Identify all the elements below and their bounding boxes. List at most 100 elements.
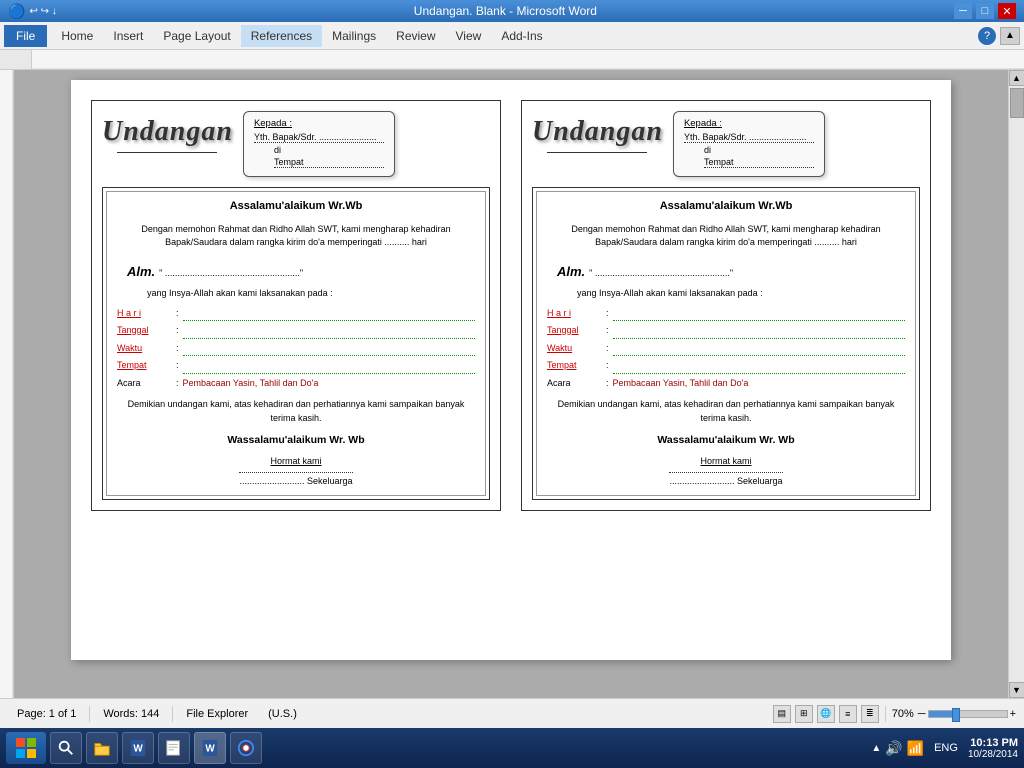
notepad-button[interactable] [158,732,190,764]
taskbar: W W ▲ 🔊 📶 ENG 10:13 PM 1 [0,728,1024,768]
alm-row-right: Alm. " .................................… [557,258,905,286]
content-area: Undangan Kepada : Yth. Bapak/Sdr. ......… [0,70,1024,698]
hormat-right: Hormat kami [547,455,905,469]
status-right: ▤ ⊞ 🌐 ≡ ≣ 70% ─ + [773,705,1016,723]
alm-quote-right: " ......................................… [589,267,730,281]
zoom-in-button[interactable]: + [1010,708,1016,720]
menu-pagelayout[interactable]: Page Layout [153,25,240,47]
title-bar: 🔵 ↩ ↪ ↓ Undangan. Blank - Microsoft Word… [0,0,1024,22]
card-header-right: Undangan Kepada : Yth. Bapak/Sdr. ......… [532,111,920,177]
document-page: Undangan Kepada : Yth. Bapak/Sdr. ......… [71,80,951,660]
card-body-right: Assalamu'alaikum Wr.Wb Dengan memohon Ra… [532,187,920,500]
minimize-ribbon-button[interactable]: ▲ [1000,27,1020,45]
close-button[interactable]: ✕ [998,3,1016,19]
closing-text-right: Demikian undangan kami, atas kehadiran d… [547,398,905,425]
tanggal-line-right: Tanggal : [547,324,905,339]
scroll-down-button[interactable]: ▼ [1009,682,1024,698]
window-title: Undangan. Blank - Microsoft Word [57,4,954,18]
clock-date: 10/28/2014 [968,749,1018,760]
zoom-handle[interactable] [952,708,960,722]
place-line-left: Tempat [274,157,384,168]
status-bar: Page: 1 of 1 Words: 144 File Explorer (U… [0,698,1024,728]
word-doc-button[interactable]: W [194,732,226,764]
vertical-scrollbar[interactable]: ▲ ▼ [1008,70,1024,698]
language-indicator[interactable]: ENG [930,740,962,756]
zoom-slider[interactable] [928,710,1008,718]
language-status: (U.S.) [259,705,306,723]
alm-label-left: Alm. [127,262,155,282]
print-layout-view[interactable]: ▤ [773,705,791,723]
zoom-level: 70% [892,708,914,720]
document-area[interactable]: Undangan Kepada : Yth. Bapak/Sdr. ......… [14,70,1008,698]
zoom-out-button[interactable]: ─ [918,708,926,720]
status-sep1 [89,706,90,722]
menu-mailings[interactable]: Mailings [322,25,386,47]
maximize-button[interactable]: □ [976,3,994,19]
network-icon: 🔊 [885,740,902,757]
file-menu[interactable]: File [4,25,47,47]
file-explorer-button[interactable] [86,732,118,764]
menu-insert[interactable]: Insert [103,25,153,47]
yang-insya-right: yang Insya-Allah akan kami laksanakan pa… [577,287,905,301]
alm-quote-close-right: " [730,267,733,281]
opening-text-right: Dengan memohon Rahmat dan Ridho Allah SW… [547,223,905,250]
scroll-thumb[interactable] [1010,88,1024,118]
logo-underline-left [117,152,217,153]
to-label-right: Kepada : [684,118,814,129]
tanggal-line-left: Tanggal : [117,324,475,339]
address-box-left: Kepada : Yth. Bapak/Sdr. ...............… [243,111,395,177]
file-explorer-status[interactable]: File Explorer [177,705,257,723]
page-status: Page: 1 of 1 [8,705,85,723]
word-button[interactable]: W [122,732,154,764]
menu-addins[interactable]: Add-Ins [491,25,552,47]
assalamu-right: Assalamu'alaikum Wr.Wb [547,198,905,215]
status-sep3 [885,706,886,722]
acara-line-right: Acara : Pembacaan Yasin, Tahlil dan Do'a [547,377,905,391]
search-button[interactable] [50,732,82,764]
chrome-button[interactable] [230,732,262,764]
card-body-left: Assalamu'alaikum Wr.Wb Dengan memohon Ra… [102,187,490,500]
minimize-button[interactable]: ─ [954,3,972,19]
closing-text-left: Demikian undangan kami, atas kehadiran d… [117,398,475,425]
ruler-horizontal [32,50,1024,70]
draft-view[interactable]: ≣ [861,705,879,723]
logo-left: Undangan [102,111,233,148]
alm-quote-left: " ......................................… [159,267,300,281]
outline-view[interactable]: ≡ [839,705,857,723]
menu-review[interactable]: Review [386,25,445,47]
di-line-left: di [274,145,384,155]
scroll-up-button[interactable]: ▲ [1009,70,1024,86]
waktu-line-left: Waktu : [117,342,475,357]
menu-home[interactable]: Home [51,25,103,47]
hari-line-right: H a r i : [547,307,905,322]
waktu-line-right: Waktu : [547,342,905,357]
menu-view[interactable]: View [446,25,492,47]
wassalamu-right: Wassalamu'alaikum Wr. Wb [547,433,905,449]
full-screen-view[interactable]: ⊞ [795,705,813,723]
help-button[interactable]: ? [978,27,996,45]
ruler-corner [0,50,32,70]
alm-quote-close-left: " [300,267,303,281]
status-sep2 [172,706,173,722]
assalamu-left: Assalamu'alaikum Wr.Wb [117,198,475,215]
alm-row-left: Alm. " .................................… [127,258,475,286]
web-layout-view[interactable]: 🌐 [817,705,835,723]
taskbar-right: ▲ 🔊 📶 ENG 10:13 PM 10/28/2014 [871,737,1018,760]
vertical-ruler [0,70,14,698]
clock[interactable]: 10:13 PM 10/28/2014 [968,737,1018,760]
menu-references[interactable]: References [241,25,322,47]
address-box-right: Kepada : Yth. Bapak/Sdr. ...............… [673,111,825,177]
tray-expand[interactable]: ▲ [871,743,881,754]
start-button[interactable] [6,732,46,764]
invitation-card-right: Undangan Kepada : Yth. Bapak/Sdr. ......… [521,100,931,511]
tempat-line-right: Tempat : [547,359,905,374]
volume-icon: 📶 [907,740,924,757]
wassalamu-left: Wassalamu'alaikum Wr. Wb [117,433,475,449]
clock-time: 10:13 PM [968,737,1018,749]
card-header-left: Undangan Kepada : Yth. Bapak/Sdr. ......… [102,111,490,177]
acara-line-left: Acara : Pembacaan Yasin, Tahlil dan Do'a [117,377,475,391]
tray-icons: ▲ 🔊 📶 [871,740,924,757]
invitation-card-left: Undangan Kepada : Yth. Bapak/Sdr. ......… [91,100,501,511]
tempat-line-left: Tempat : [117,359,475,374]
opening-text-left: Dengan memohon Rahmat dan Ridho Allah SW… [117,223,475,250]
